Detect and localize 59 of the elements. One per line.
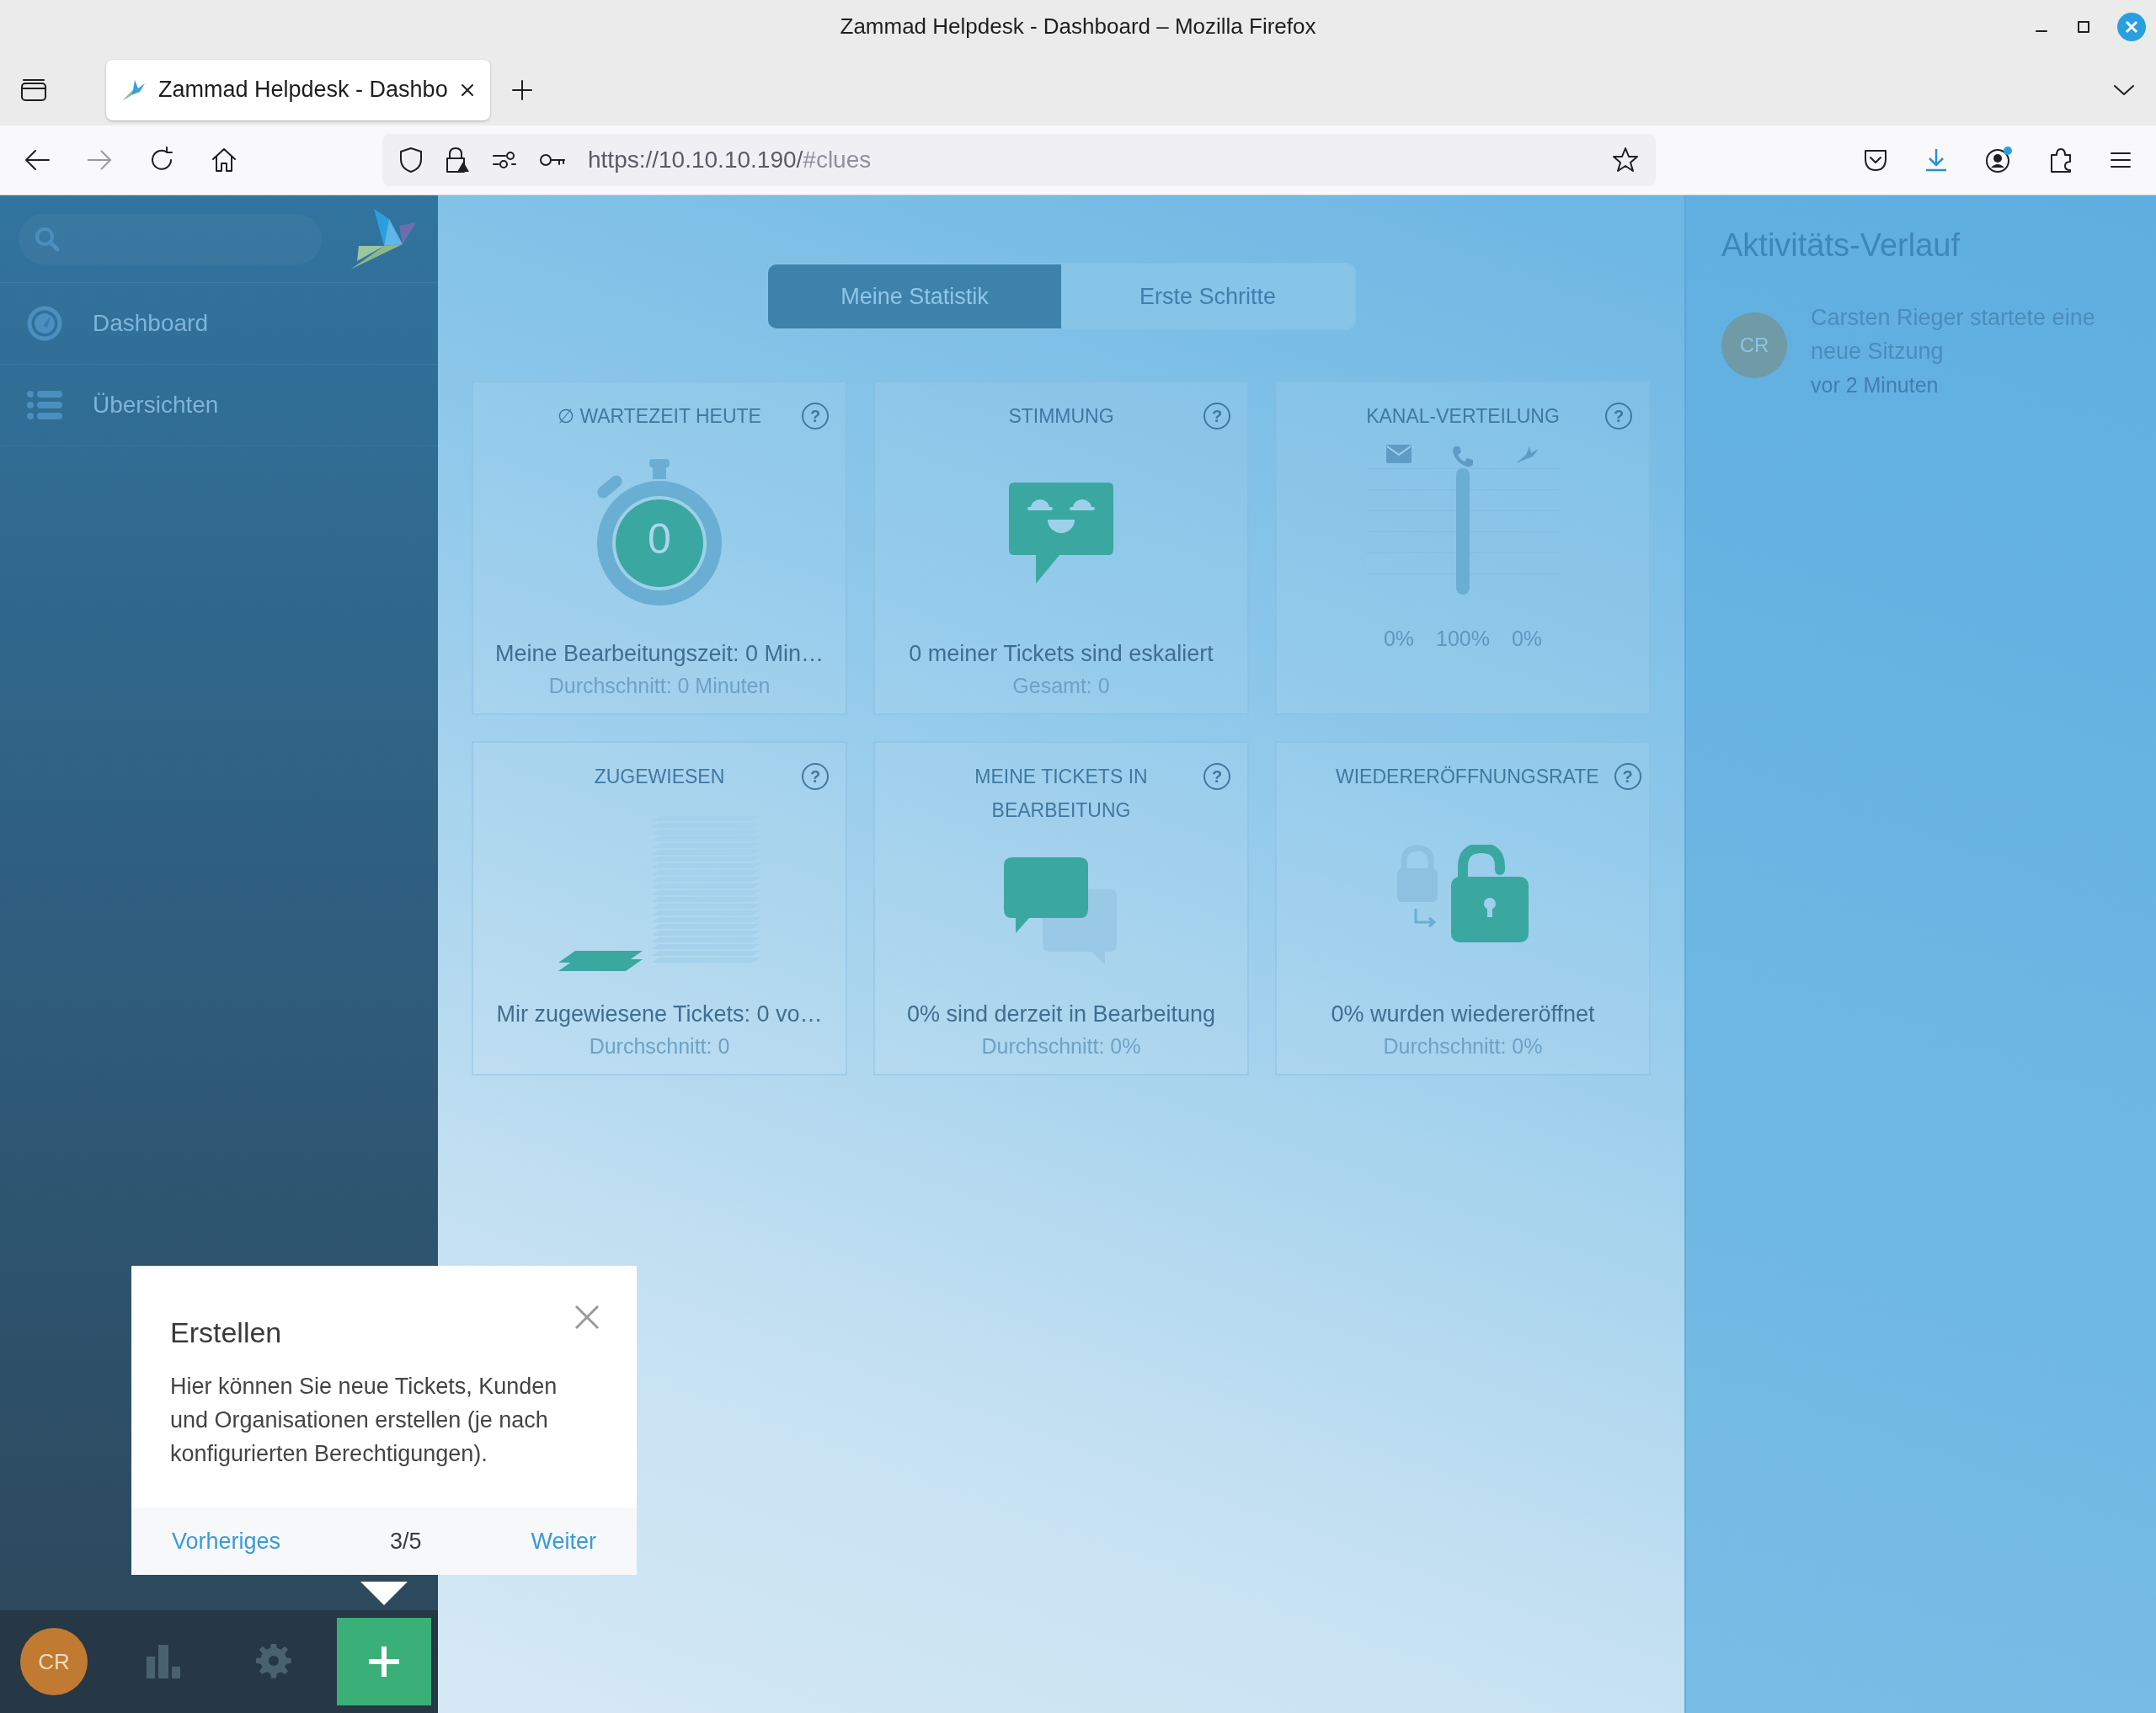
chat-bubbles-icon [1004,856,1118,967]
envelope-icon [1386,445,1412,463]
card-title: WIEDERERÖFFNUNGSRATE [1336,765,1599,789]
address-bar[interactable]: https://10.10.10.190/#clues [382,134,1656,187]
pocket-icon[interactable] [1863,148,1888,173]
user-avatar: CR [1721,312,1787,378]
stat-average: Durchschnitt: 0% [981,1034,1141,1059]
stat-average: Durchschnitt: 0 [589,1034,730,1059]
permissions-icon[interactable] [492,150,517,171]
dashboard-tab[interactable]: Erste Schritte [1061,264,1354,328]
timer-value: 0 [647,514,672,563]
gauge-icon [27,306,62,341]
step-counter: 3/5 [390,1528,422,1555]
star-icon[interactable] [1612,147,1639,174]
previous-link[interactable]: Vorheriges [172,1528,281,1555]
help-icon[interactable]: ? [1203,403,1230,430]
download-icon[interactable] [1924,147,1949,173]
tab-list-icon[interactable] [20,77,47,102]
create-button[interactable] [337,1618,431,1705]
help-icon[interactable]: ? [1605,403,1632,430]
help-icon[interactable]: ? [1203,763,1230,790]
next-link[interactable]: Weiter [531,1528,596,1555]
search-icon [34,225,61,253]
stat-text: 0% wurden wiedereröffnet [1331,1001,1595,1027]
card-title: ∅ WARTEZEIT HEUTE [557,404,762,429]
dashboard-tab[interactable]: Meine Statistik [768,264,1061,328]
plus-icon[interactable] [510,77,534,102]
card-title: KANAL-VERTEILUNG [1365,404,1561,429]
popover-arrow [360,1582,408,1605]
stat-average: Durchschnitt: 0% [1383,1034,1543,1059]
stat-text: 0% sind derzeit in Bearbeitung [906,1001,1216,1027]
card-title: STIMMUNG [1007,404,1115,429]
stat-text: Mir zugewiesene Tickets: 0 vo… [496,1001,823,1027]
card-title: MEINE TICKETS IN BEARBEITUNG [974,765,1149,823]
home-icon[interactable] [211,147,237,174]
sidebar-item[interactable]: Übersichten [0,365,438,446]
shield-icon[interactable] [399,147,423,174]
stat-text: Meine Bearbeitungszeit: 0 Min… [494,641,825,667]
puzzle-piece-icon[interactable] [2048,147,2073,174]
bird-logo-icon [350,208,418,269]
popover-text: Hier können Sie neue Tickets, Kunden und Organisationen erstellen (je nach konfigurierten Berechtigungen). [170,1373,558,1468]
close-icon[interactable] [459,82,475,98]
card-title: ZUGEWIESEN [593,765,726,789]
browser-tab[interactable]: Zammad Helpdesk - Dashbo [106,59,490,120]
stat-text: 0 meiner Tickets sind eskaliert [909,641,1214,667]
sidebar-item[interactable]: Dashboard [0,283,438,365]
back-icon[interactable] [24,148,51,173]
lock-warning-icon[interactable] [445,147,470,174]
account-icon[interactable] [1984,146,2013,175]
phone-icon [1451,445,1475,468]
popover-title: Erstellen [170,1316,283,1349]
help-icon[interactable]: ? [802,763,829,790]
list-icon [27,390,62,420]
help-icon[interactable]: ? [1614,763,1641,790]
plus-icon [367,1645,401,1678]
user-avatar[interactable]: CR [20,1628,88,1695]
help-icon[interactable]: ? [802,403,829,430]
window-title: Zammad Helpdesk - Dashboard – Mozilla Firefox [840,13,1316,40]
url-text: https://10.10.10.190/#clues [588,147,872,174]
